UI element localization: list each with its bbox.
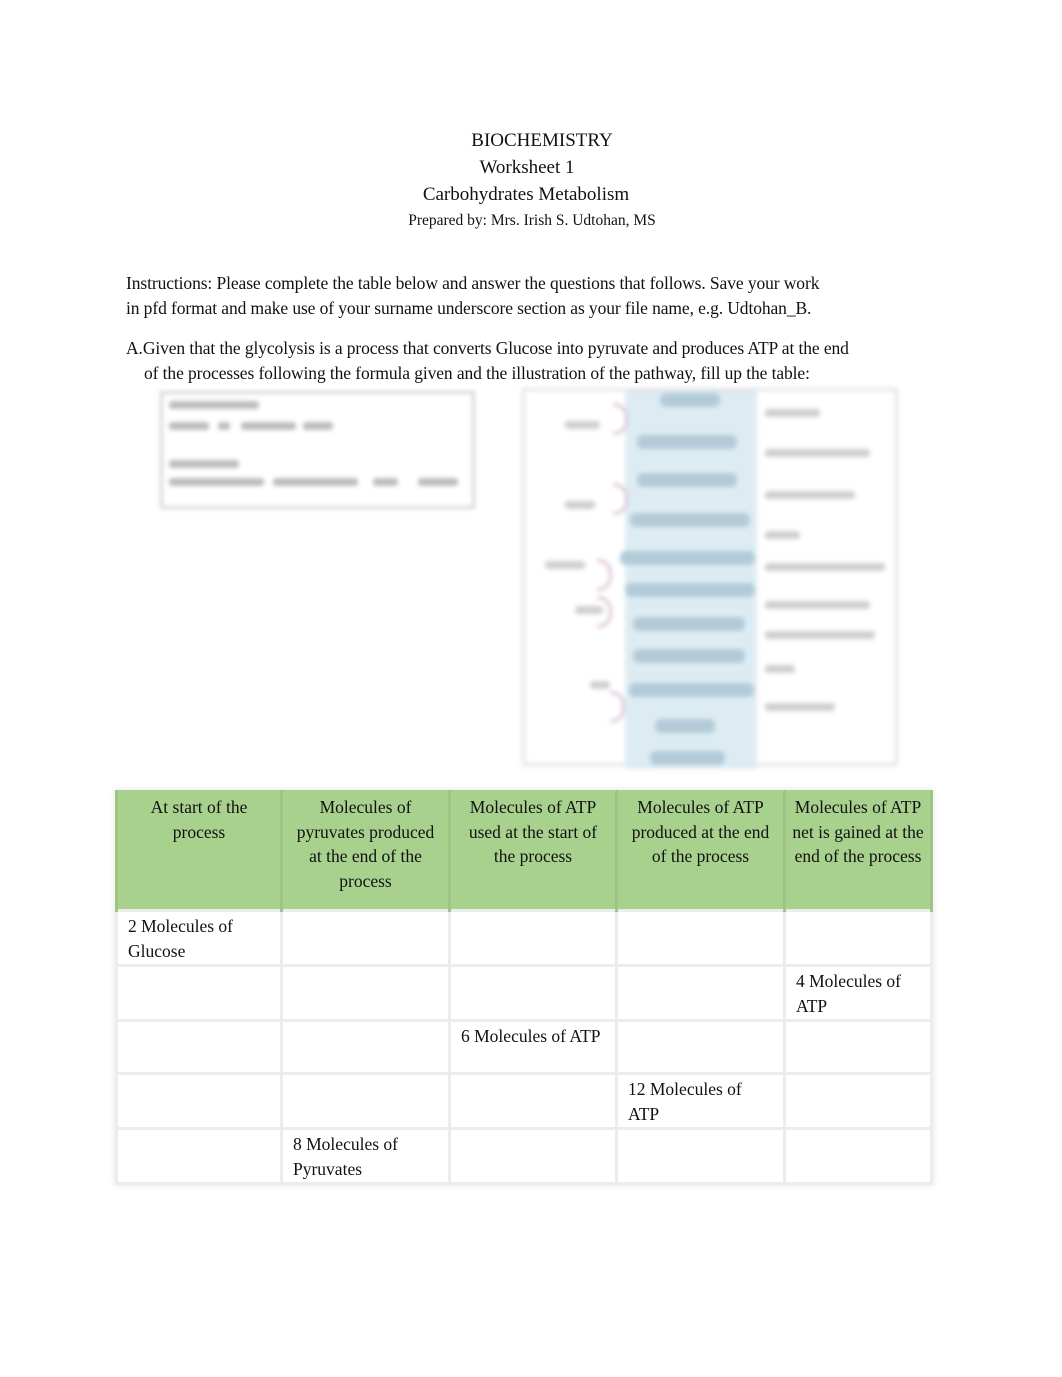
table-cell[interactable] <box>280 908 451 967</box>
table-cell[interactable] <box>615 908 786 967</box>
instructions-line-2: in pfd format and make use of your surna… <box>126 298 812 318</box>
table-cell[interactable] <box>115 963 283 1022</box>
table-cell[interactable] <box>783 1071 933 1130</box>
section-a-prompt: A.Given that the glycolysis is a process… <box>126 336 936 386</box>
table-cell[interactable] <box>448 908 618 967</box>
table-cell[interactable] <box>448 1071 618 1130</box>
col-header-atp-used: Molecules of ATP used at the start of th… <box>448 790 618 910</box>
prepared-by: Prepared by: Mrs. Irish S. Udtohan, MS <box>408 212 656 229</box>
table-cell[interactable] <box>783 1018 933 1075</box>
pathway-illustration <box>522 388 898 769</box>
table-cell[interactable]: 12 Molecules of ATP <box>615 1071 786 1130</box>
table-cell[interactable] <box>783 908 933 967</box>
table-cell[interactable]: 2 Molecules of Glucose <box>115 908 283 967</box>
table-header-row: At start of the process Molecules of pyr… <box>115 790 933 910</box>
table-row: 12 Molecules of ATP <box>115 1071 933 1130</box>
table-row: 8 Molecules of Pyruvates <box>115 1126 933 1185</box>
worksheet-title: Worksheet 1 <box>479 157 575 178</box>
table-cell[interactable] <box>115 1071 283 1130</box>
instructions: Instructions: Please complete the table … <box>126 271 926 321</box>
table-cell[interactable] <box>615 1018 786 1075</box>
document-header: BIOCHEMISTRY Worksheet 1 Carbohydrates M… <box>0 127 1062 234</box>
table-cell[interactable] <box>615 1126 786 1185</box>
col-header-pyruvates-produced: Molecules of pyruvates produced at the e… <box>280 790 451 910</box>
table-cell[interactable] <box>615 963 786 1022</box>
col-header-atp-net: Molecules of ATP net is gained at the en… <box>783 790 933 910</box>
instructions-line-1: Instructions: Please complete the table … <box>126 273 820 293</box>
table-cell[interactable] <box>280 1018 451 1075</box>
section-a-line-2: of the processes following the formula g… <box>144 363 810 383</box>
table-row: 4 Molecules of ATP <box>115 963 933 1022</box>
section-a-line-1: A.Given that the glycolysis is a process… <box>126 338 849 358</box>
table-cell[interactable]: 4 Molecules of ATP <box>783 963 933 1022</box>
table-cell[interactable]: 8 Molecules of Pyruvates <box>280 1126 451 1185</box>
subject-title: BIOCHEMISTRY <box>471 130 613 151</box>
table-cell[interactable] <box>448 963 618 1022</box>
table-cell[interactable] <box>783 1126 933 1185</box>
table-cell[interactable] <box>280 1071 451 1130</box>
table-row: 2 Molecules of Glucose <box>115 908 933 967</box>
table-cell[interactable]: 6 Molecules of ATP <box>448 1018 618 1075</box>
table-cell[interactable] <box>448 1126 618 1185</box>
table-cell[interactable] <box>280 963 451 1022</box>
glycolysis-table: At start of the process Molecules of pyr… <box>115 790 933 1185</box>
table-cell[interactable] <box>115 1126 283 1185</box>
table-cell[interactable] <box>115 1018 283 1075</box>
formula-image <box>160 391 475 509</box>
table-row: 6 Molecules of ATP <box>115 1018 933 1075</box>
topic-title: Carbohydrates Metabolism <box>422 184 630 205</box>
col-header-start: At start of the process <box>115 790 283 910</box>
col-header-atp-produced: Molecules of ATP produced at the end of … <box>615 790 786 910</box>
